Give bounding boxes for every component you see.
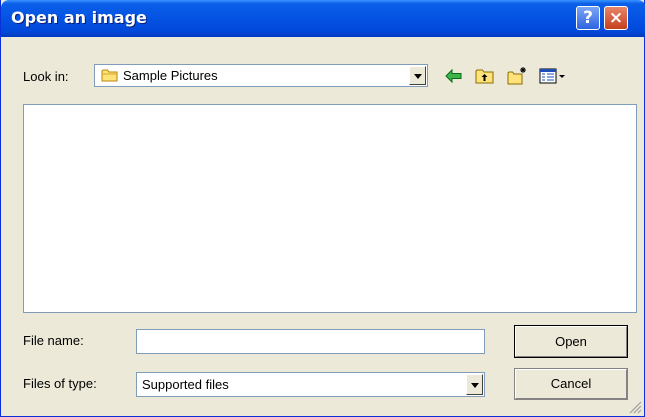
files-of-type-label: Files of type: [23,376,97,391]
file-list[interactable] [23,104,637,313]
new-folder-icon[interactable] [506,65,528,87]
cancel-button-label: Cancel [550,376,592,391]
look-in-dropdown-button[interactable] [409,66,426,85]
folder-icon [101,69,118,82]
open-image-dialog: Open an image ? × Look in: Sample Pictur… [0,0,645,417]
look-in-label: Look in: [23,69,69,84]
back-arrow-icon[interactable] [443,65,465,87]
chevron-down-icon [414,74,422,79]
open-button[interactable]: Open [514,325,628,358]
dialog-title: Open an image [11,8,147,27]
file-name-label: File name: [23,333,84,348]
look-in-dropdown[interactable]: Sample Pictures [94,64,428,87]
files-of-type-value: Supported files [142,377,229,392]
up-folder-icon[interactable] [474,65,496,87]
files-of-type-dropdown[interactable]: Supported files [136,372,485,397]
help-button[interactable]: ? [576,6,600,30]
files-of-type-dropdown-button[interactable] [466,374,483,395]
close-icon: × [608,8,624,28]
view-menu-icon[interactable] [538,65,568,87]
look-in-value: Sample Pictures [123,68,218,83]
cancel-button[interactable]: Cancel [514,368,628,400]
chevron-down-icon [471,383,479,388]
close-button[interactable]: × [604,6,628,30]
title-bar[interactable]: Open an image ? × [1,0,645,37]
resize-grip-icon[interactable] [626,398,642,414]
file-name-input[interactable] [136,329,485,354]
help-icon: ? [583,8,593,28]
open-button-label: Open [555,334,587,349]
